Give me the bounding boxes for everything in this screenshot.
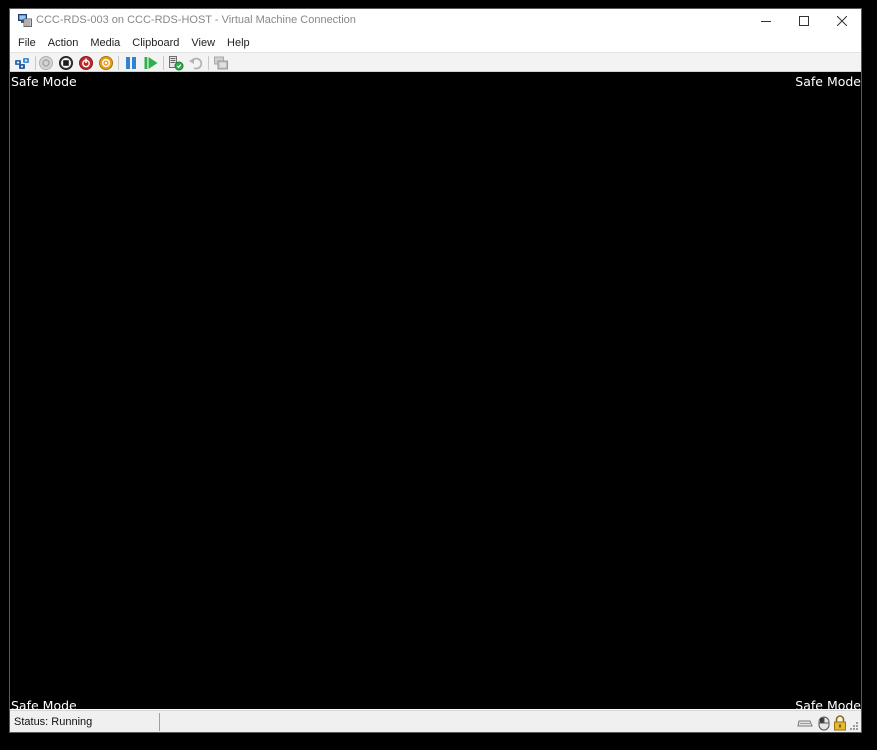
- menu-media[interactable]: Media: [85, 35, 125, 51]
- menu-view[interactable]: View: [186, 35, 220, 51]
- lock-icon: [834, 715, 846, 731]
- toolbar-separator: [118, 56, 119, 70]
- close-button[interactable]: [823, 9, 861, 33]
- toolbar-separator: [35, 56, 36, 70]
- menu-bar: File Action Media Clipboard View Help: [10, 33, 861, 52]
- title-bar[interactable]: CCC-RDS-003 on CCC-RDS-HOST - Virtual Ma…: [10, 9, 861, 33]
- keyboard-icon: [797, 720, 813, 727]
- enhanced-session-icon[interactable]: [213, 55, 229, 71]
- minimize-button[interactable]: [747, 9, 785, 33]
- ctrl-alt-del-icon[interactable]: [14, 55, 30, 71]
- menu-action[interactable]: Action: [43, 35, 84, 51]
- maximize-icon: [799, 16, 809, 26]
- menu-file[interactable]: File: [13, 35, 41, 51]
- status-separator: [159, 713, 160, 731]
- menu-clipboard[interactable]: Clipboard: [127, 35, 184, 51]
- save-icon[interactable]: [98, 55, 114, 71]
- safe-mode-label-top-left: Safe Mode: [11, 74, 77, 89]
- maximize-button[interactable]: [785, 9, 823, 33]
- toolbar: [10, 52, 861, 72]
- status-bar: Status: Running: [10, 710, 861, 732]
- resize-grip-icon[interactable]: [849, 721, 859, 731]
- turn-off-icon[interactable]: [58, 55, 74, 71]
- shut-down-icon[interactable]: [78, 55, 94, 71]
- window-title: CCC-RDS-003 on CCC-RDS-HOST - Virtual Ma…: [36, 14, 356, 26]
- checkpoint-icon[interactable]: [168, 55, 184, 71]
- pause-icon[interactable]: [123, 55, 139, 71]
- start-icon[interactable]: [38, 55, 54, 71]
- vm-screen[interactable]: Safe Mode Safe Mode Safe Mode Safe Mode: [10, 72, 861, 713]
- toolbar-separator: [163, 56, 164, 70]
- mouse-icon: [818, 716, 830, 731]
- minimize-icon: [761, 21, 771, 22]
- revert-icon[interactable]: [188, 55, 204, 71]
- resume-icon[interactable]: [143, 55, 159, 71]
- status-text: Status: Running: [14, 716, 93, 728]
- toolbar-separator: [208, 56, 209, 70]
- vm-connection-window: CCC-RDS-003 on CCC-RDS-HOST - Virtual Ma…: [9, 8, 862, 733]
- vm-connection-app-icon: [18, 14, 32, 27]
- menu-help[interactable]: Help: [222, 35, 255, 51]
- safe-mode-label-top-right: Safe Mode: [795, 74, 861, 89]
- close-icon: [837, 16, 847, 26]
